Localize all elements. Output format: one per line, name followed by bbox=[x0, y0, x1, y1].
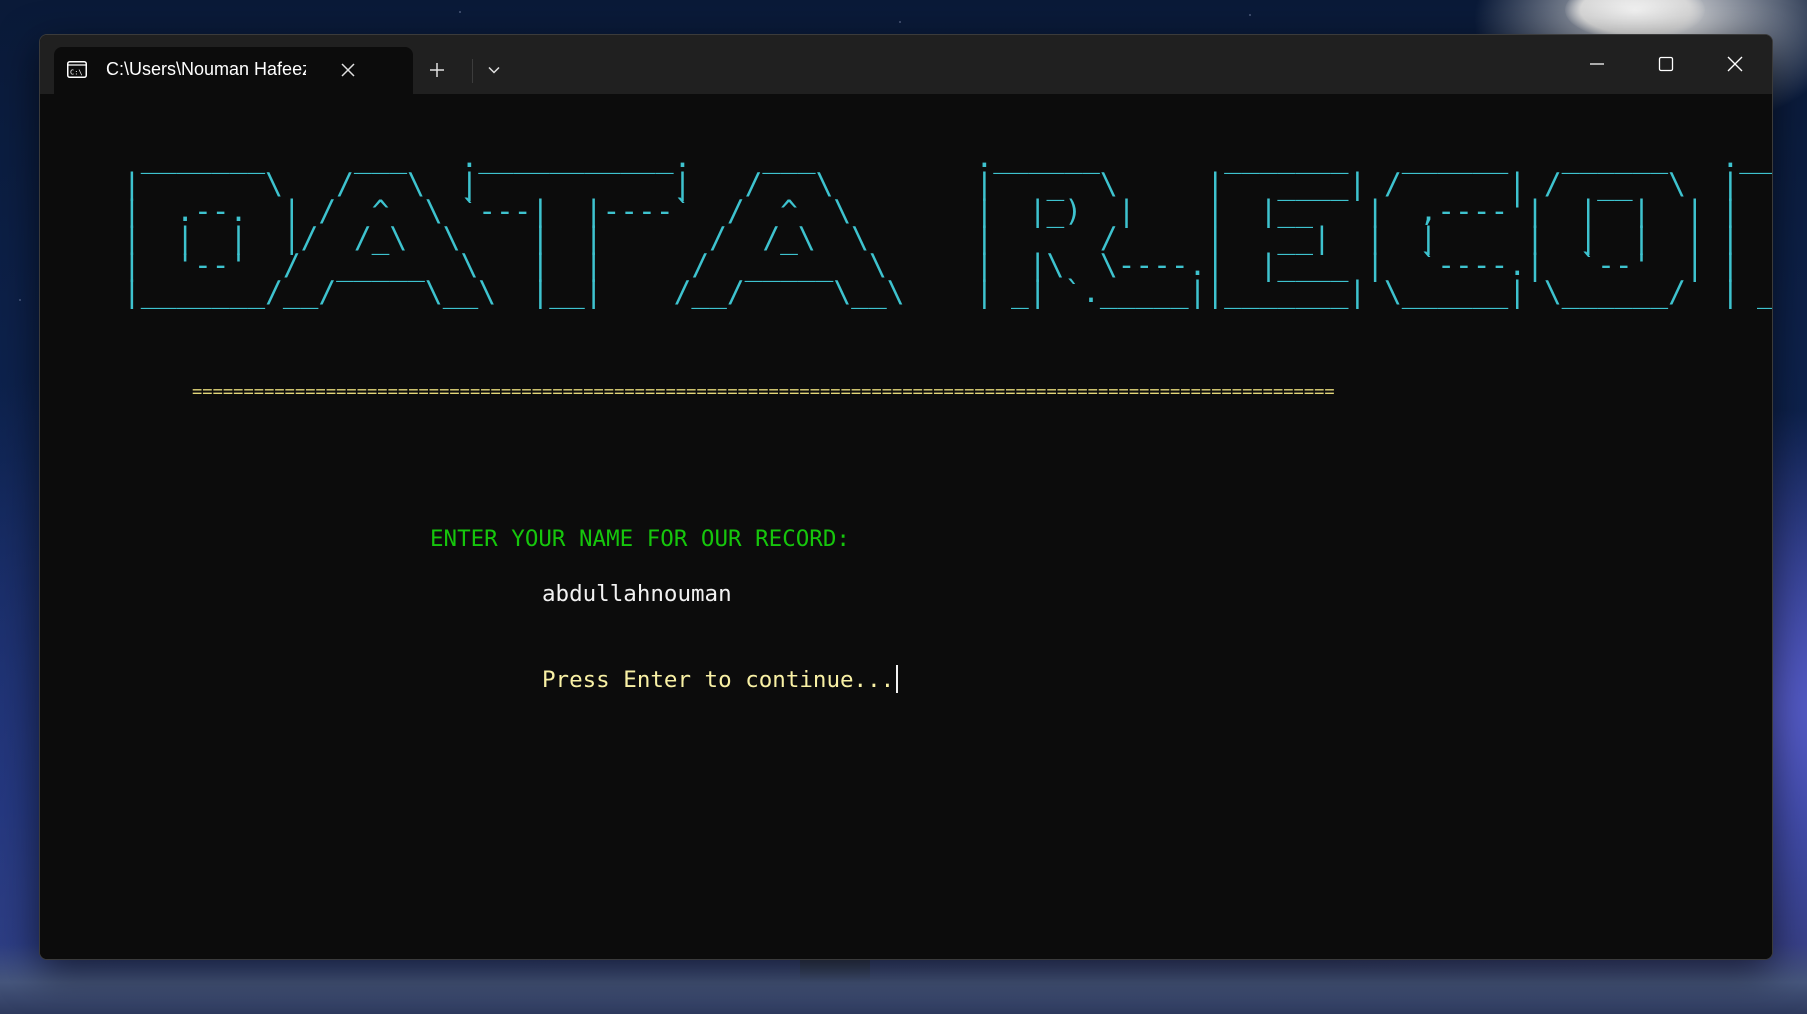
separator-line: ========================================… bbox=[192, 382, 1335, 402]
plus-icon[interactable] bbox=[425, 58, 449, 82]
terminal-output[interactable]: _______ ___ .___________. ___ .______ __… bbox=[40, 94, 1772, 959]
title-bar[interactable]: C:\ C:\Users\Nouman Hafeez\Des bbox=[40, 35, 1772, 94]
ascii-banner-line: |_______/__/ \__\ |__| /__/ \__\ | _| `.… bbox=[123, 275, 1773, 309]
maximize-icon[interactable] bbox=[1651, 49, 1681, 79]
terminal-window: C:\ C:\Users\Nouman Hafeez\Des ___ bbox=[39, 34, 1773, 960]
tab-separator bbox=[472, 59, 473, 83]
continue-message: Press Enter to continue... bbox=[542, 665, 899, 693]
close-icon[interactable] bbox=[336, 58, 360, 82]
name-prompt: ENTER YOUR NAME FOR OUR RECORD: bbox=[430, 526, 850, 552]
minimize-icon[interactable] bbox=[1582, 49, 1612, 79]
close-window-icon[interactable] bbox=[1720, 49, 1750, 79]
terminal-icon: C:\ bbox=[67, 61, 87, 78]
continue-text: Press Enter to continue... bbox=[542, 667, 895, 693]
ascii-banner: _______ ___ .___________. ___ .______ __… bbox=[123, 142, 1773, 309]
svg-text:C:\: C:\ bbox=[70, 69, 83, 77]
tab-title: C:\Users\Nouman Hafeez\Des bbox=[106, 59, 306, 79]
text-cursor bbox=[896, 665, 899, 693]
name-input-value: abdullahnouman bbox=[542, 581, 732, 607]
chevron-down-icon[interactable] bbox=[483, 59, 505, 81]
tab-command-prompt[interactable]: C:\ C:\Users\Nouman Hafeez\Des bbox=[54, 47, 413, 94]
